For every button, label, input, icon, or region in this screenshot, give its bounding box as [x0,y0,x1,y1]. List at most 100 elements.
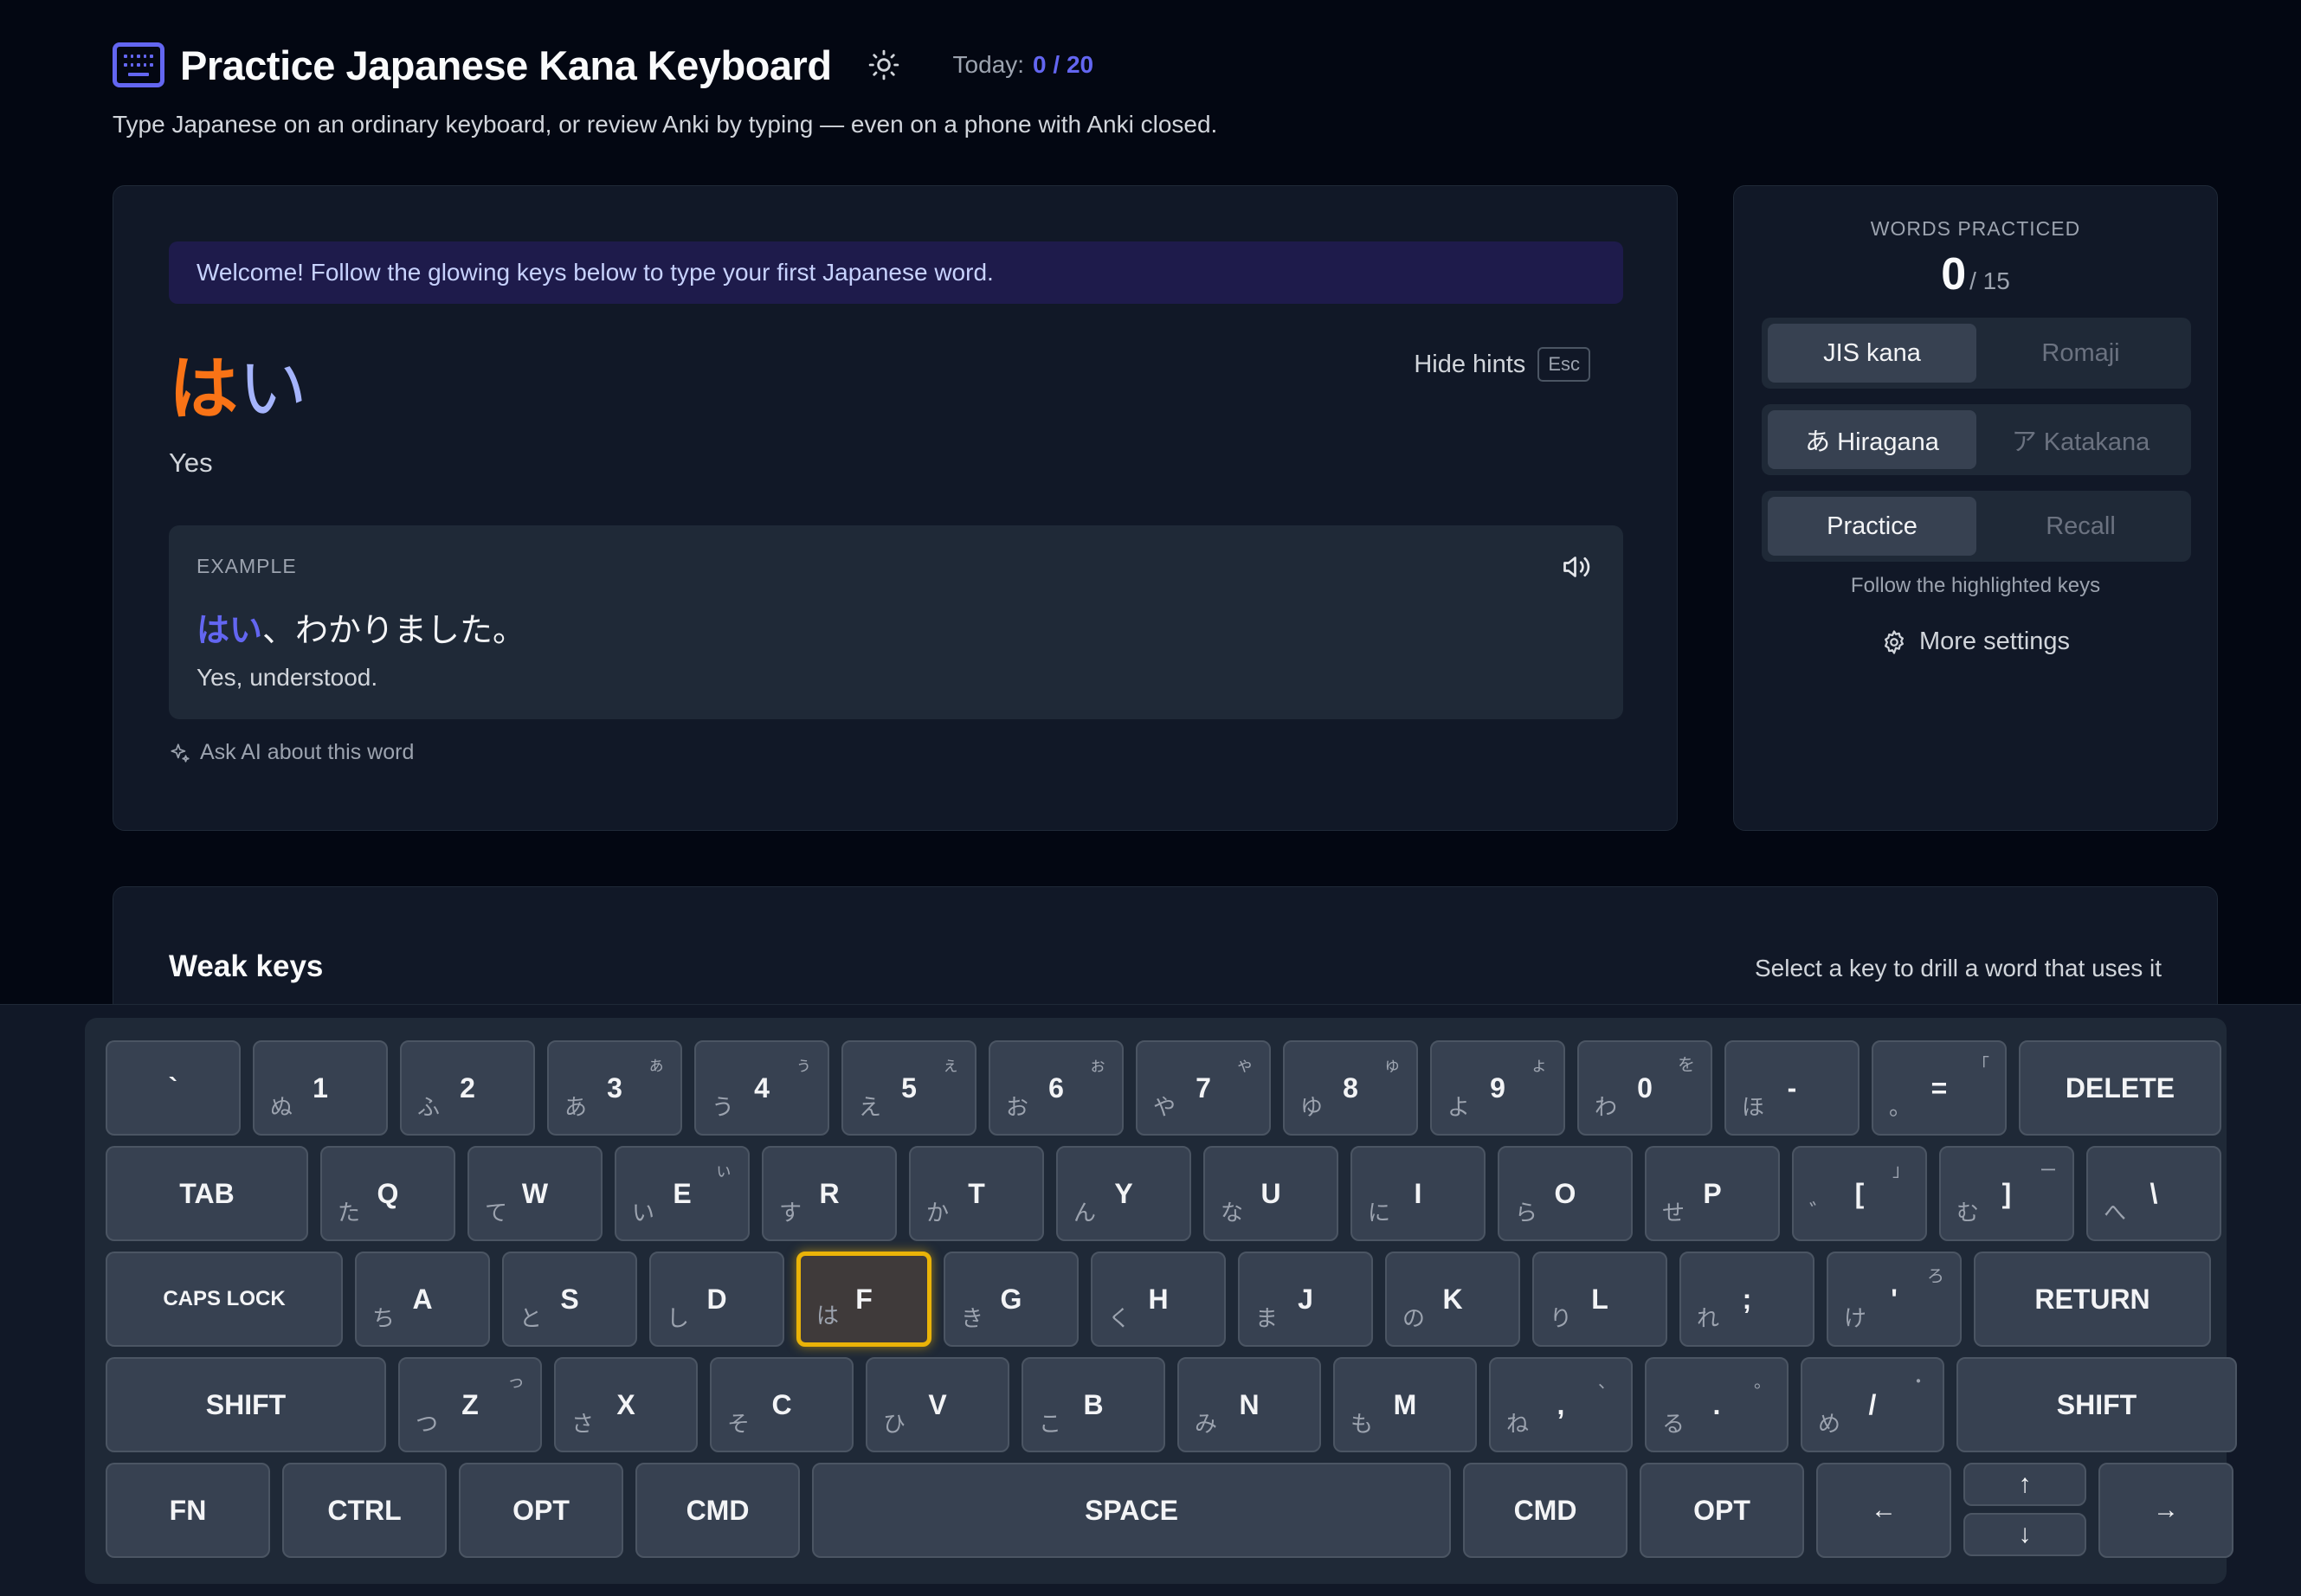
key-4[interactable]: 4うぅ [694,1040,829,1136]
ask-ai-link[interactable]: Ask AI about this word [169,740,414,765]
key-kana: き [961,1306,984,1332]
key-label: SHIFT [2056,1388,2137,1420]
key-return[interactable]: RETURN [1974,1252,2211,1347]
key-minus[interactable]: -ほ [1724,1040,1859,1136]
speaker-icon[interactable] [1561,551,1592,582]
key-2[interactable]: 2ふ [400,1040,535,1136]
key-t[interactable]: Tか [909,1146,1044,1241]
key-period[interactable]: . る。 [1645,1357,1789,1452]
key-kana: え [859,1095,882,1121]
key-l[interactable]: Lり [1532,1252,1667,1347]
hide-hints-label: Hide hints [1414,350,1526,378]
key-y[interactable]: Yん [1056,1146,1191,1241]
key-e[interactable]: Eいぃ [615,1146,750,1241]
key-comma[interactable]: , ね、 [1489,1357,1633,1452]
key-n[interactable]: Nみ [1177,1357,1321,1452]
key-j[interactable]: Jま [1238,1252,1373,1347]
key-cmd[interactable]: CMD [635,1463,800,1558]
key-f[interactable]: Fは [796,1252,931,1347]
key-arrow-right[interactable]: → [2098,1463,2233,1558]
more-settings-label: More settings [1918,627,2071,655]
jis-kana-option[interactable]: JIS kana [1768,324,1976,383]
key-equals[interactable]: =。「 [1872,1040,2007,1136]
key-0[interactable]: 0わを [1577,1040,1712,1136]
key-arrow-down[interactable]: ↓ [1963,1513,2086,1556]
key-tab[interactable]: TAB [106,1146,308,1241]
key-p[interactable]: Pせ [1645,1146,1780,1241]
key-kana: た [338,1200,361,1226]
key-label: CMD [686,1494,750,1526]
key-open-bracket[interactable]: [゛」 [1792,1146,1927,1241]
key-v[interactable]: Vひ [866,1357,1009,1452]
hiragana-option[interactable]: あ Hiragana [1768,410,1976,469]
weak-keys-hint: Select a key to drill a word that uses i… [1755,955,2162,981]
key-k[interactable]: Kの [1385,1252,1520,1347]
key-b[interactable]: Bこ [1022,1357,1165,1452]
key-o[interactable]: Oら [1498,1146,1633,1241]
key-kana: と [519,1306,543,1332]
header: Practice Japanese Kana Keyboard Today: 0 … [113,38,1093,92]
key-6[interactable]: 6おぉ [989,1040,1124,1136]
key-kana: よ [1447,1095,1471,1121]
key-kana: ら [1515,1200,1538,1226]
key-w[interactable]: Wて [467,1146,603,1241]
key-kana: そ [727,1412,751,1438]
key-q[interactable]: Qた [320,1146,455,1241]
key-z[interactable]: Zつっ [398,1357,542,1452]
sparkle-icon [171,743,190,763]
theme-toggle-sun-icon[interactable] [867,48,901,82]
key-shift[interactable]: SHIFT [1956,1357,2237,1452]
key-5[interactable]: 5えぇ [841,1040,976,1136]
key-label: → [2153,1496,2179,1524]
key-fn[interactable]: FN [106,1463,270,1558]
key-ctrl[interactable]: CTRL [282,1463,447,1558]
key-8[interactable]: 8ゆゅ [1283,1040,1418,1136]
recall-option[interactable]: Recall [1976,497,2185,556]
key-arrow-left[interactable]: ← [1816,1463,1951,1558]
key-a[interactable]: Aち [355,1252,490,1347]
key-quote[interactable]: ' けろ [1827,1252,1962,1347]
katakana-option[interactable]: ア Katakana [1976,410,2185,469]
key-slash[interactable]: / め・ [1801,1357,1944,1452]
key-space[interactable]: SPACE [812,1463,1451,1558]
key-caps-lock[interactable]: CAPS LOCK [106,1252,343,1347]
key-shift[interactable]: SHIFT [106,1357,386,1452]
example-box: EXAMPLE はい、わかりました。 Yes, understood. [169,525,1623,719]
key-i[interactable]: Iに [1350,1146,1486,1241]
hide-hints-button[interactable]: Hide hints Esc [1414,347,1590,382]
key-3[interactable]: 3あぁ [547,1040,682,1136]
key-g[interactable]: Gき [944,1252,1079,1347]
key-u[interactable]: Uな [1203,1146,1338,1241]
key-9[interactable]: 9よょ [1430,1040,1565,1136]
key-s[interactable]: Sと [502,1252,637,1347]
key-kana: ひ [883,1412,906,1438]
key-kana: ふ [417,1095,441,1121]
romaji-option[interactable]: Romaji [1976,324,2185,383]
key-x[interactable]: Xさ [554,1357,698,1452]
more-settings-button[interactable]: More settings [1734,627,2217,656]
today-label: Today: [952,51,1025,78]
key-opt[interactable]: OPT [1640,1463,1804,1558]
key-r[interactable]: Rす [762,1146,897,1241]
key-h[interactable]: Hく [1091,1252,1226,1347]
key-c[interactable]: Cそ [710,1357,854,1452]
key-close-bracket[interactable]: ] むー [1939,1146,2074,1241]
key-7[interactable]: 7やゃ [1136,1040,1271,1136]
key-kana: は [816,1303,840,1329]
key-backtick[interactable]: ` [106,1040,241,1136]
key-d[interactable]: Dし [649,1252,784,1347]
key-semicolon[interactable]: ; れ [1679,1252,1814,1347]
key-1[interactable]: 1ぬ [253,1040,388,1136]
weak-keys-title: Weak keys [169,949,324,983]
key-cmd[interactable]: CMD [1463,1463,1627,1558]
key-kana: あ [564,1095,588,1121]
mode-toggle: Practice Recall [1762,491,2191,562]
practice-option[interactable]: Practice [1768,497,1976,556]
key-kana: へ [2104,1200,2127,1226]
key-m[interactable]: Mも [1333,1357,1477,1452]
key-arrow-up[interactable]: ↑ [1963,1463,2086,1506]
key-opt[interactable]: OPT [459,1463,623,1558]
key-delete[interactable]: DELETE [2019,1040,2221,1136]
key-backslash[interactable]: \ へ [2086,1146,2221,1241]
example-highlight: はい [197,611,263,649]
